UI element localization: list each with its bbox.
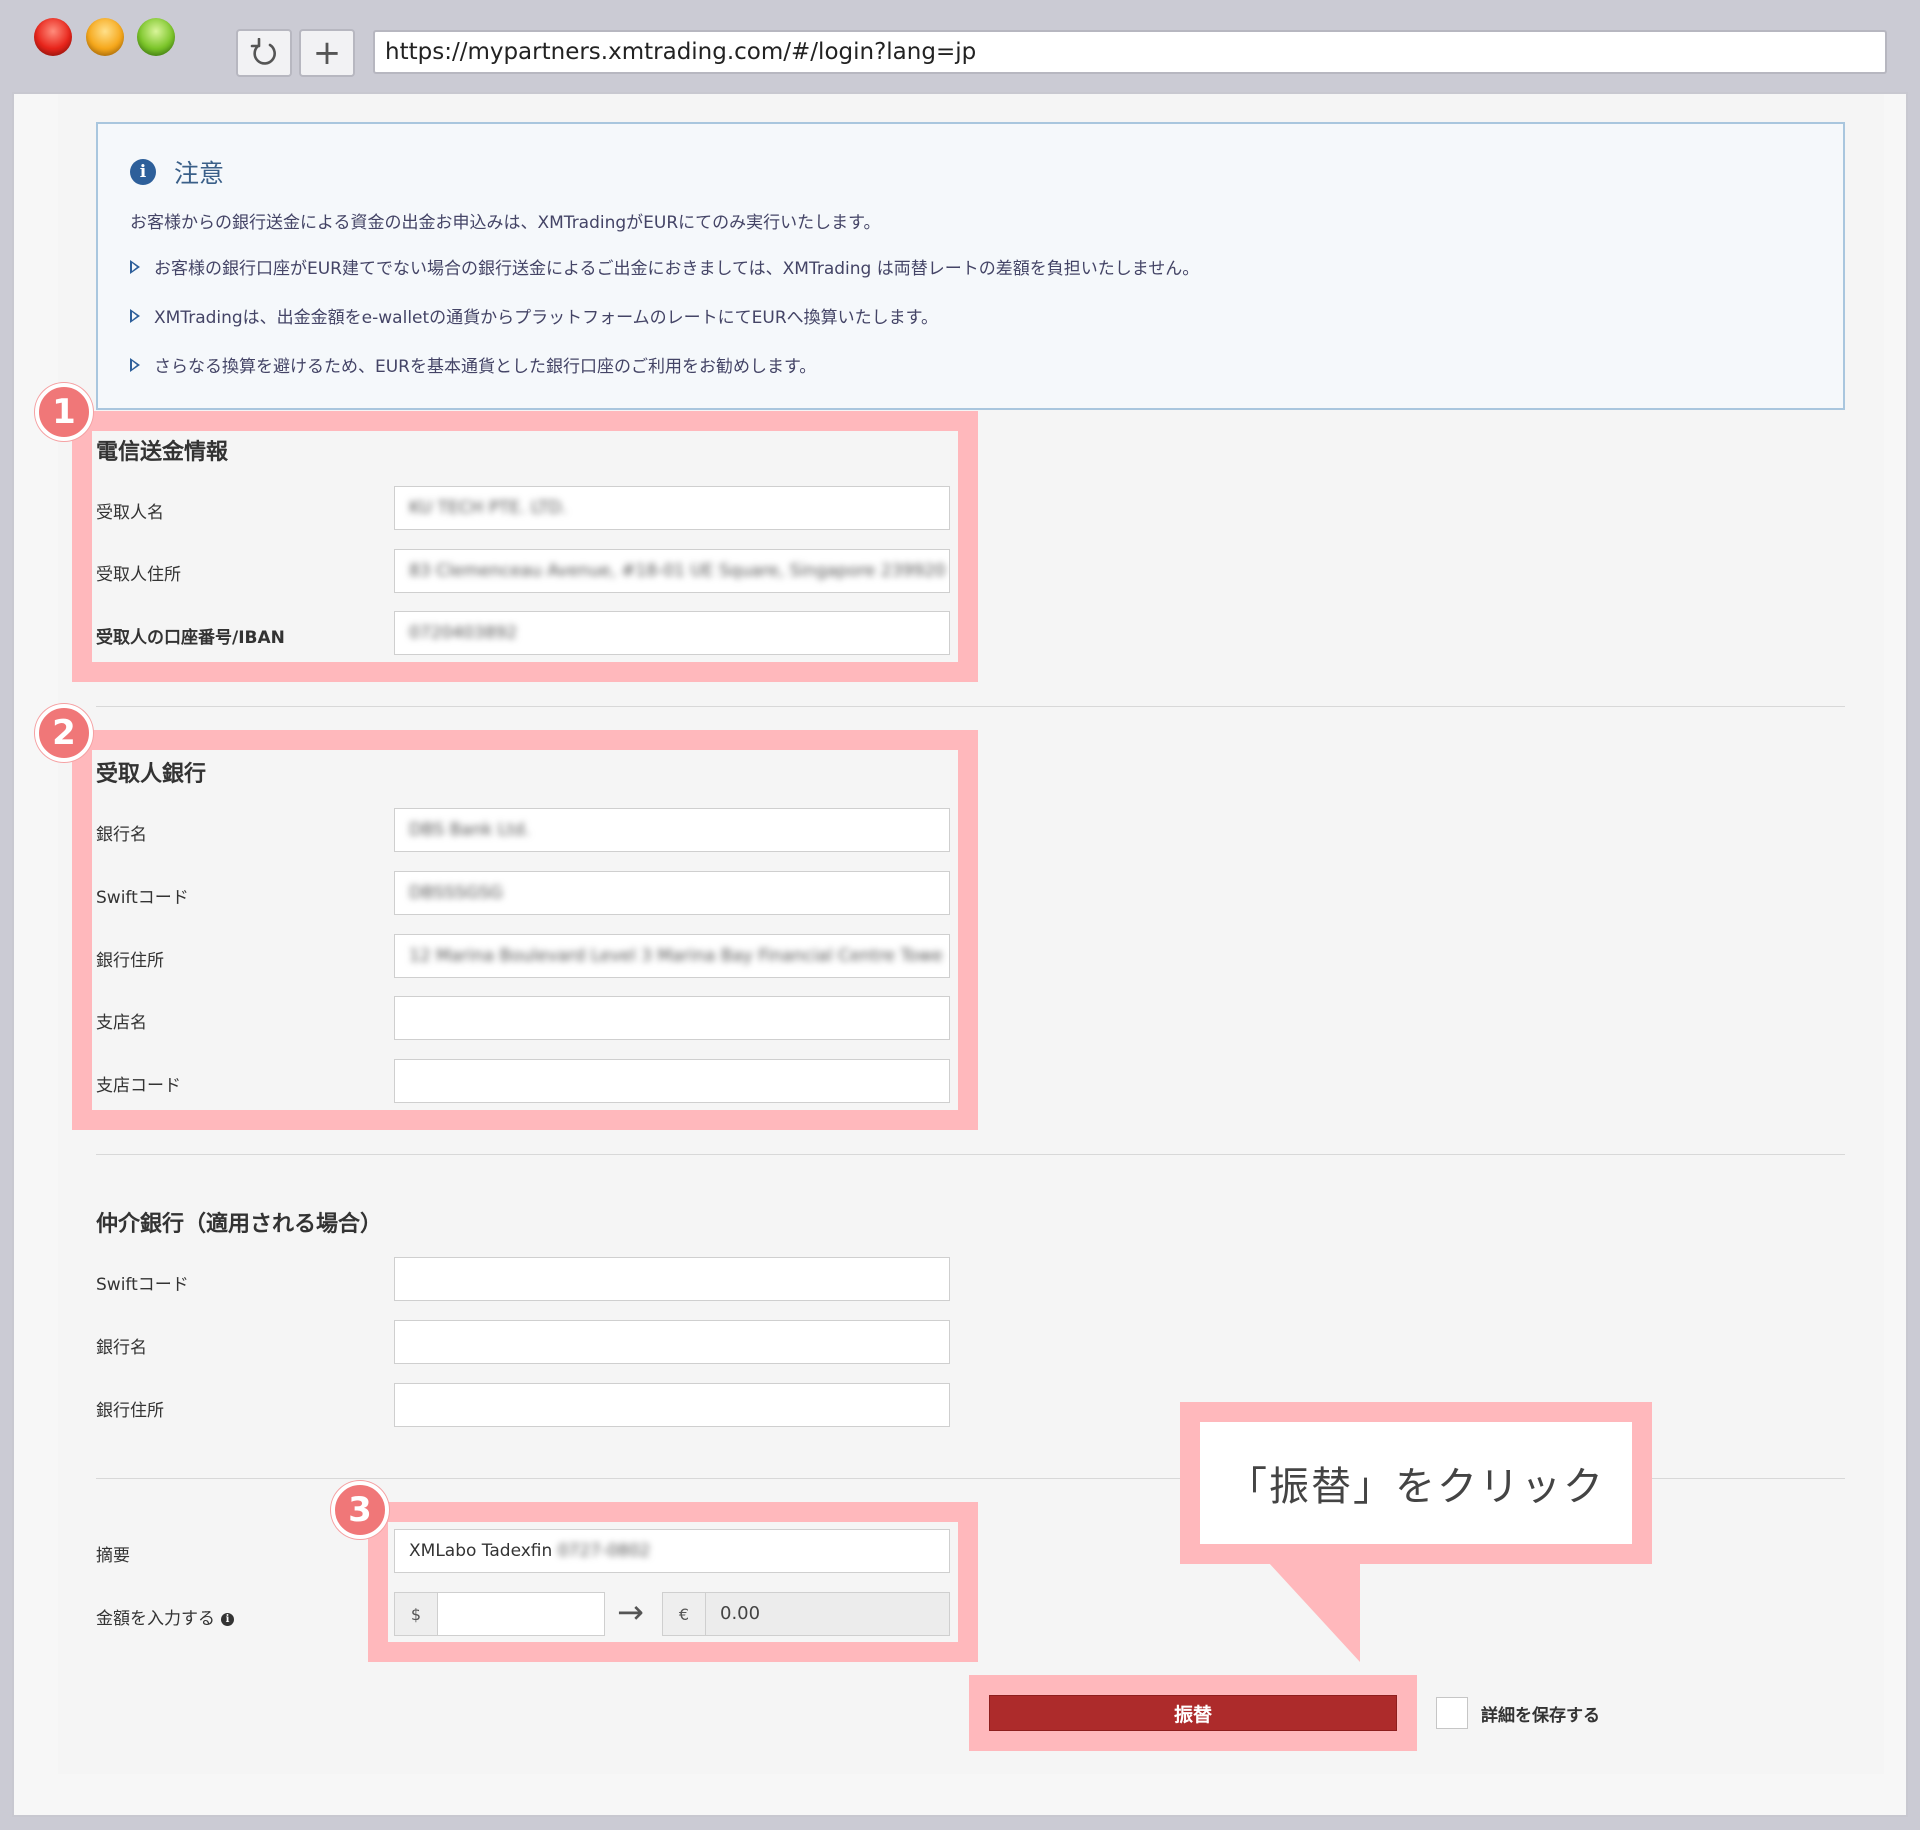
memo-value: XMLabo Tadexfin [409,1541,553,1561]
label-account-iban: 受取人の口座番号/IBAN [96,628,285,648]
label-intermediary-swift: Swiftコード [96,1275,189,1295]
converted-amount-field: 0.00 [705,1592,950,1636]
divider [96,706,1845,707]
caret-right-icon [130,357,140,372]
label-recipient-address: 受取人住所 [96,565,181,585]
account-iban-value: 0720403892 [409,623,518,643]
recipient-name-value: KU TECH PTE. LTD. [409,498,567,518]
save-details-label: 詳細を保存する [1481,1706,1600,1726]
notice-item: さらなる換算を避けるため、EURを基本通貨とした銀行口座のご利用をお勧めします。 [130,352,816,377]
branch-code-field[interactable] [394,1059,950,1103]
window-minimize-button[interactable] [86,18,124,56]
amount-label-text: 金額を入力する [96,1609,215,1629]
browser-toolbar: + https://mypartners.xmtrading.com/#/log… [0,0,1920,96]
label-intermediary-bank-name: 銀行名 [96,1338,147,1358]
currency-from-addon: $ [394,1592,438,1636]
currency-to-addon: € [662,1592,706,1636]
memo-value-hidden: 0727-0802 [557,1541,651,1561]
notice-box: i 注意 お客様からの銀行送金による資金の出金お申込みは、XMTradingがE… [96,122,1845,410]
label-branch-code: 支店コード [96,1076,181,1096]
reload-icon [250,38,276,65]
plus-icon: + [312,33,342,73]
intermediary-bank-name-field[interactable] [394,1320,950,1364]
recipient-name-field[interactable]: KU TECH PTE. LTD. [394,486,950,530]
label-swift-code: Swiftコード [96,888,189,908]
label-branch-name: 支店名 [96,1013,147,1033]
label-bank-name: 銀行名 [96,825,147,845]
branch-name-field[interactable] [394,996,950,1040]
intermediary-swift-field[interactable] [394,1257,950,1301]
intermediary-bank-address-field[interactable] [394,1383,950,1427]
swift-code-value: DBSSSGSG [409,883,503,903]
step-badge-3: 3 [331,1481,389,1539]
step-badge-1: 1 [35,383,93,441]
notice-item-text: お客様の銀行口座がEUR建てでない場合の銀行送金によるご出金におきましては、XM… [154,259,1200,279]
recipient-address-field[interactable]: 83 Clemenceau Avenue, #18-01 UE Square, … [394,549,950,593]
info-icon[interactable]: i [221,1612,234,1626]
label-bank-address: 銀行住所 [96,951,164,971]
notice-title: 注意 [174,159,225,188]
info-icon: i [130,159,156,185]
bank-address-value: 12 Marina Boulevard Level 3 Marina Bay F… [409,946,943,966]
save-details-checkbox[interactable] [1436,1697,1468,1729]
label-amount: 金額を入力する i [96,1604,234,1629]
recipient-address-value: 83 Clemenceau Avenue, #18-01 UE Square, … [409,561,946,581]
window-close-button[interactable] [34,18,72,56]
callout-click-transfer: 「振替」をクリック [1180,1402,1652,1564]
section-title-bank: 受取人銀行 [96,762,207,787]
notice-item: お客様の銀行口座がEUR建てでない場合の銀行送金によるご出金におきましては、XM… [130,254,1199,279]
notice-item-text: XMTradingは、出金金額をe-walletの通貨からプラットフォームのレー… [154,308,938,328]
label-intermediary-bank-address: 銀行住所 [96,1401,164,1421]
caret-right-icon [130,308,140,323]
amount-input[interactable] [437,1592,605,1636]
reload-button[interactable] [236,29,292,77]
notice-item: XMTradingは、出金金額をe-walletの通貨からプラットフォームのレー… [130,303,938,328]
bank-address-field[interactable]: 12 Marina Boulevard Level 3 Marina Bay F… [394,934,950,978]
label-recipient-name: 受取人名 [96,503,164,523]
memo-field[interactable]: XMLabo Tadexfin 0727-0802 [394,1529,950,1573]
account-iban-field[interactable]: 0720403892 [394,611,950,655]
step-badge-2: 2 [35,704,93,762]
section-title-wire: 電信送金情報 [96,440,229,465]
notice-lead: お客様からの銀行送金による資金の出金お申込みは、XMTradingがEURにての… [130,213,881,233]
new-tab-button[interactable]: + [299,29,355,77]
bank-name-value: DBS Bank Ltd. [409,820,531,840]
window-maximize-button[interactable] [137,18,175,56]
address-bar[interactable]: https://mypartners.xmtrading.com/#/login… [373,30,1887,74]
label-memo: 摘要 [96,1546,130,1566]
bank-name-field[interactable]: DBS Bank Ltd. [394,808,950,852]
section-title-intermediary: 仲介銀行（適用される場合） [96,1212,383,1237]
callout-tail [1268,1562,1360,1662]
arrow-right-icon: → [617,1593,644,1631]
transfer-submit-button[interactable]: 振替 [989,1695,1397,1731]
swift-code-field[interactable]: DBSSSGSG [394,871,950,915]
caret-right-icon [130,259,140,274]
divider [96,1154,1845,1155]
notice-item-text: さらなる換算を避けるため、EURを基本通貨とした銀行口座のご利用をお勧めします。 [154,357,817,377]
highlight-memo-amount [368,1502,978,1662]
notice-header: i 注意 [130,154,224,190]
